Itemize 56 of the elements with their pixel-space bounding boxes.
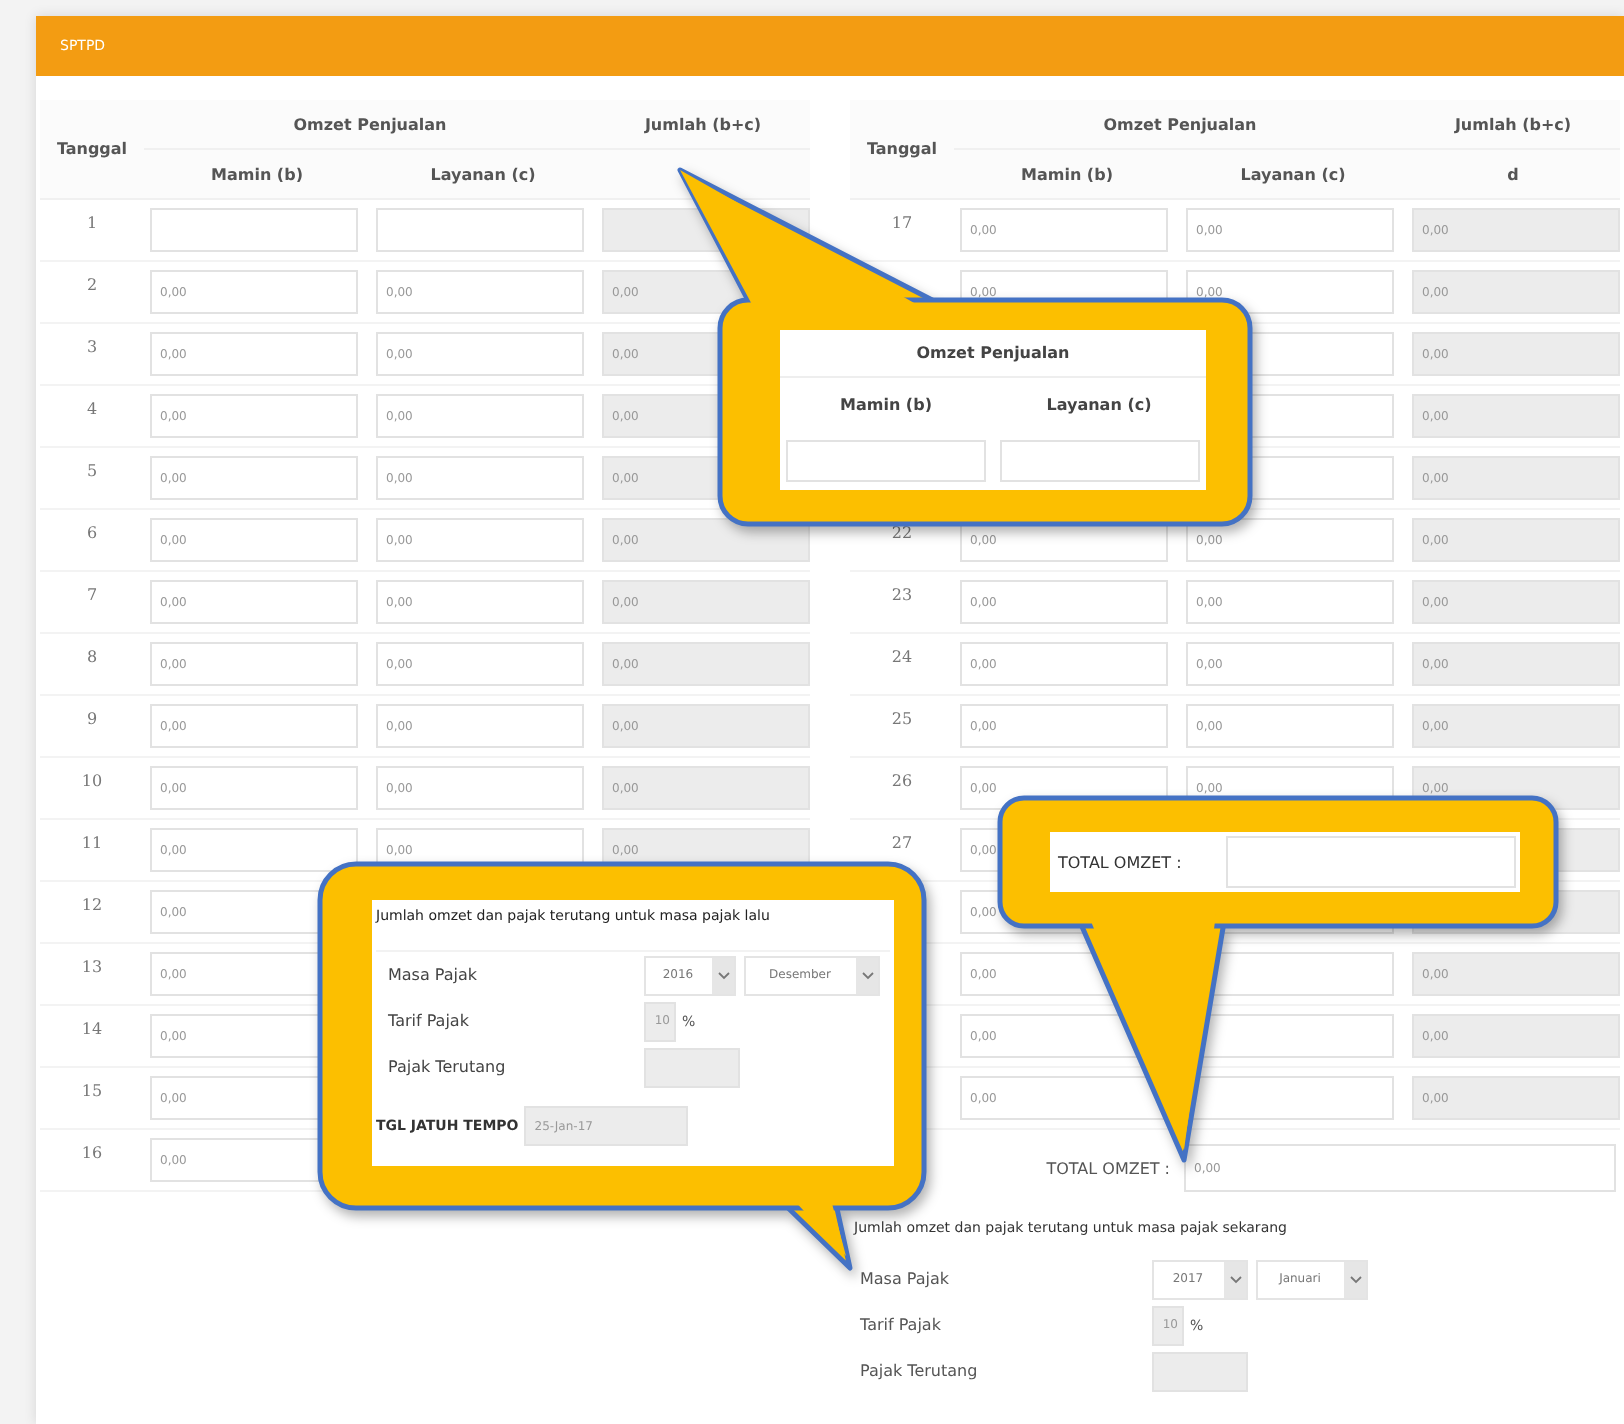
row-number: 26 xyxy=(891,772,913,794)
caret-icon xyxy=(1349,1275,1361,1283)
row-number: 2 xyxy=(86,276,98,298)
column-header: Mamin (b) xyxy=(838,393,934,417)
row-number: 7 xyxy=(86,586,98,608)
column-header: Jumlah (b+c) xyxy=(596,100,810,150)
row-number: 14 xyxy=(81,1020,103,1042)
row-number: 13 xyxy=(81,958,103,980)
amount-field[interactable] xyxy=(150,208,358,252)
total-label: TOTAL OMZET : xyxy=(1044,1159,1170,1177)
tax-owed-field[interactable] xyxy=(644,1047,740,1087)
amount-field[interactable] xyxy=(999,439,1199,481)
row-number: 11 xyxy=(81,834,103,856)
column-header: d xyxy=(1507,165,1519,183)
caret-icon xyxy=(717,971,729,979)
field-label: Masa Pajak xyxy=(386,966,480,984)
row-number: 3 xyxy=(86,338,98,360)
column-header: Layanan (c) xyxy=(370,150,596,200)
row-number: 15 xyxy=(81,1082,103,1104)
caret-icon xyxy=(1229,1275,1241,1283)
column-header: Tanggal xyxy=(40,100,144,200)
row-number: 17 xyxy=(891,214,913,236)
column-header: Omzet Penjualan xyxy=(144,100,596,150)
column-header: Mamin (b) xyxy=(954,150,1180,200)
row-number: 8 xyxy=(86,648,98,670)
row-number: 24 xyxy=(891,648,913,670)
field-label: Tarif Pajak xyxy=(858,1316,943,1334)
column-header: Jumlah (b+c) xyxy=(1406,100,1620,150)
column-header: Layanan (c) xyxy=(1044,393,1154,418)
total-label: TOTAL OMZET : xyxy=(1058,853,1184,871)
row-number: 25 xyxy=(891,710,913,732)
field-label: Tarif Pajak xyxy=(386,1012,471,1030)
total-field[interactable] xyxy=(1226,836,1516,888)
row-number: 6 xyxy=(86,524,98,546)
row-number: 9 xyxy=(86,710,98,732)
row-number: 23 xyxy=(891,586,913,608)
column-header: Omzet Penjualan xyxy=(954,100,1406,150)
row-number: 5 xyxy=(86,462,98,484)
row-number: 16 xyxy=(81,1144,103,1166)
row-number: 12 xyxy=(81,896,103,918)
column-header: Layanan (c) xyxy=(1180,150,1406,200)
column-header: Mamin (b) xyxy=(144,150,370,200)
amount-field[interactable] xyxy=(376,208,584,252)
tax-owed-field[interactable] xyxy=(1152,1351,1248,1391)
column-header: Omzet Penjualan xyxy=(780,330,1206,378)
field-label: Pajak Terutang xyxy=(858,1362,980,1380)
row-number: 4 xyxy=(86,400,98,422)
row-number: 27 xyxy=(891,834,913,856)
field-label: Pajak Terutang xyxy=(386,1058,508,1076)
field-label: Masa Pajak xyxy=(858,1270,952,1288)
row-number: 22 xyxy=(891,524,913,546)
caret-icon xyxy=(861,971,873,979)
column-header: Tanggal xyxy=(850,100,954,200)
amount-field[interactable] xyxy=(786,439,986,481)
row-number: 1 xyxy=(86,214,98,236)
row-number: 10 xyxy=(81,772,103,794)
